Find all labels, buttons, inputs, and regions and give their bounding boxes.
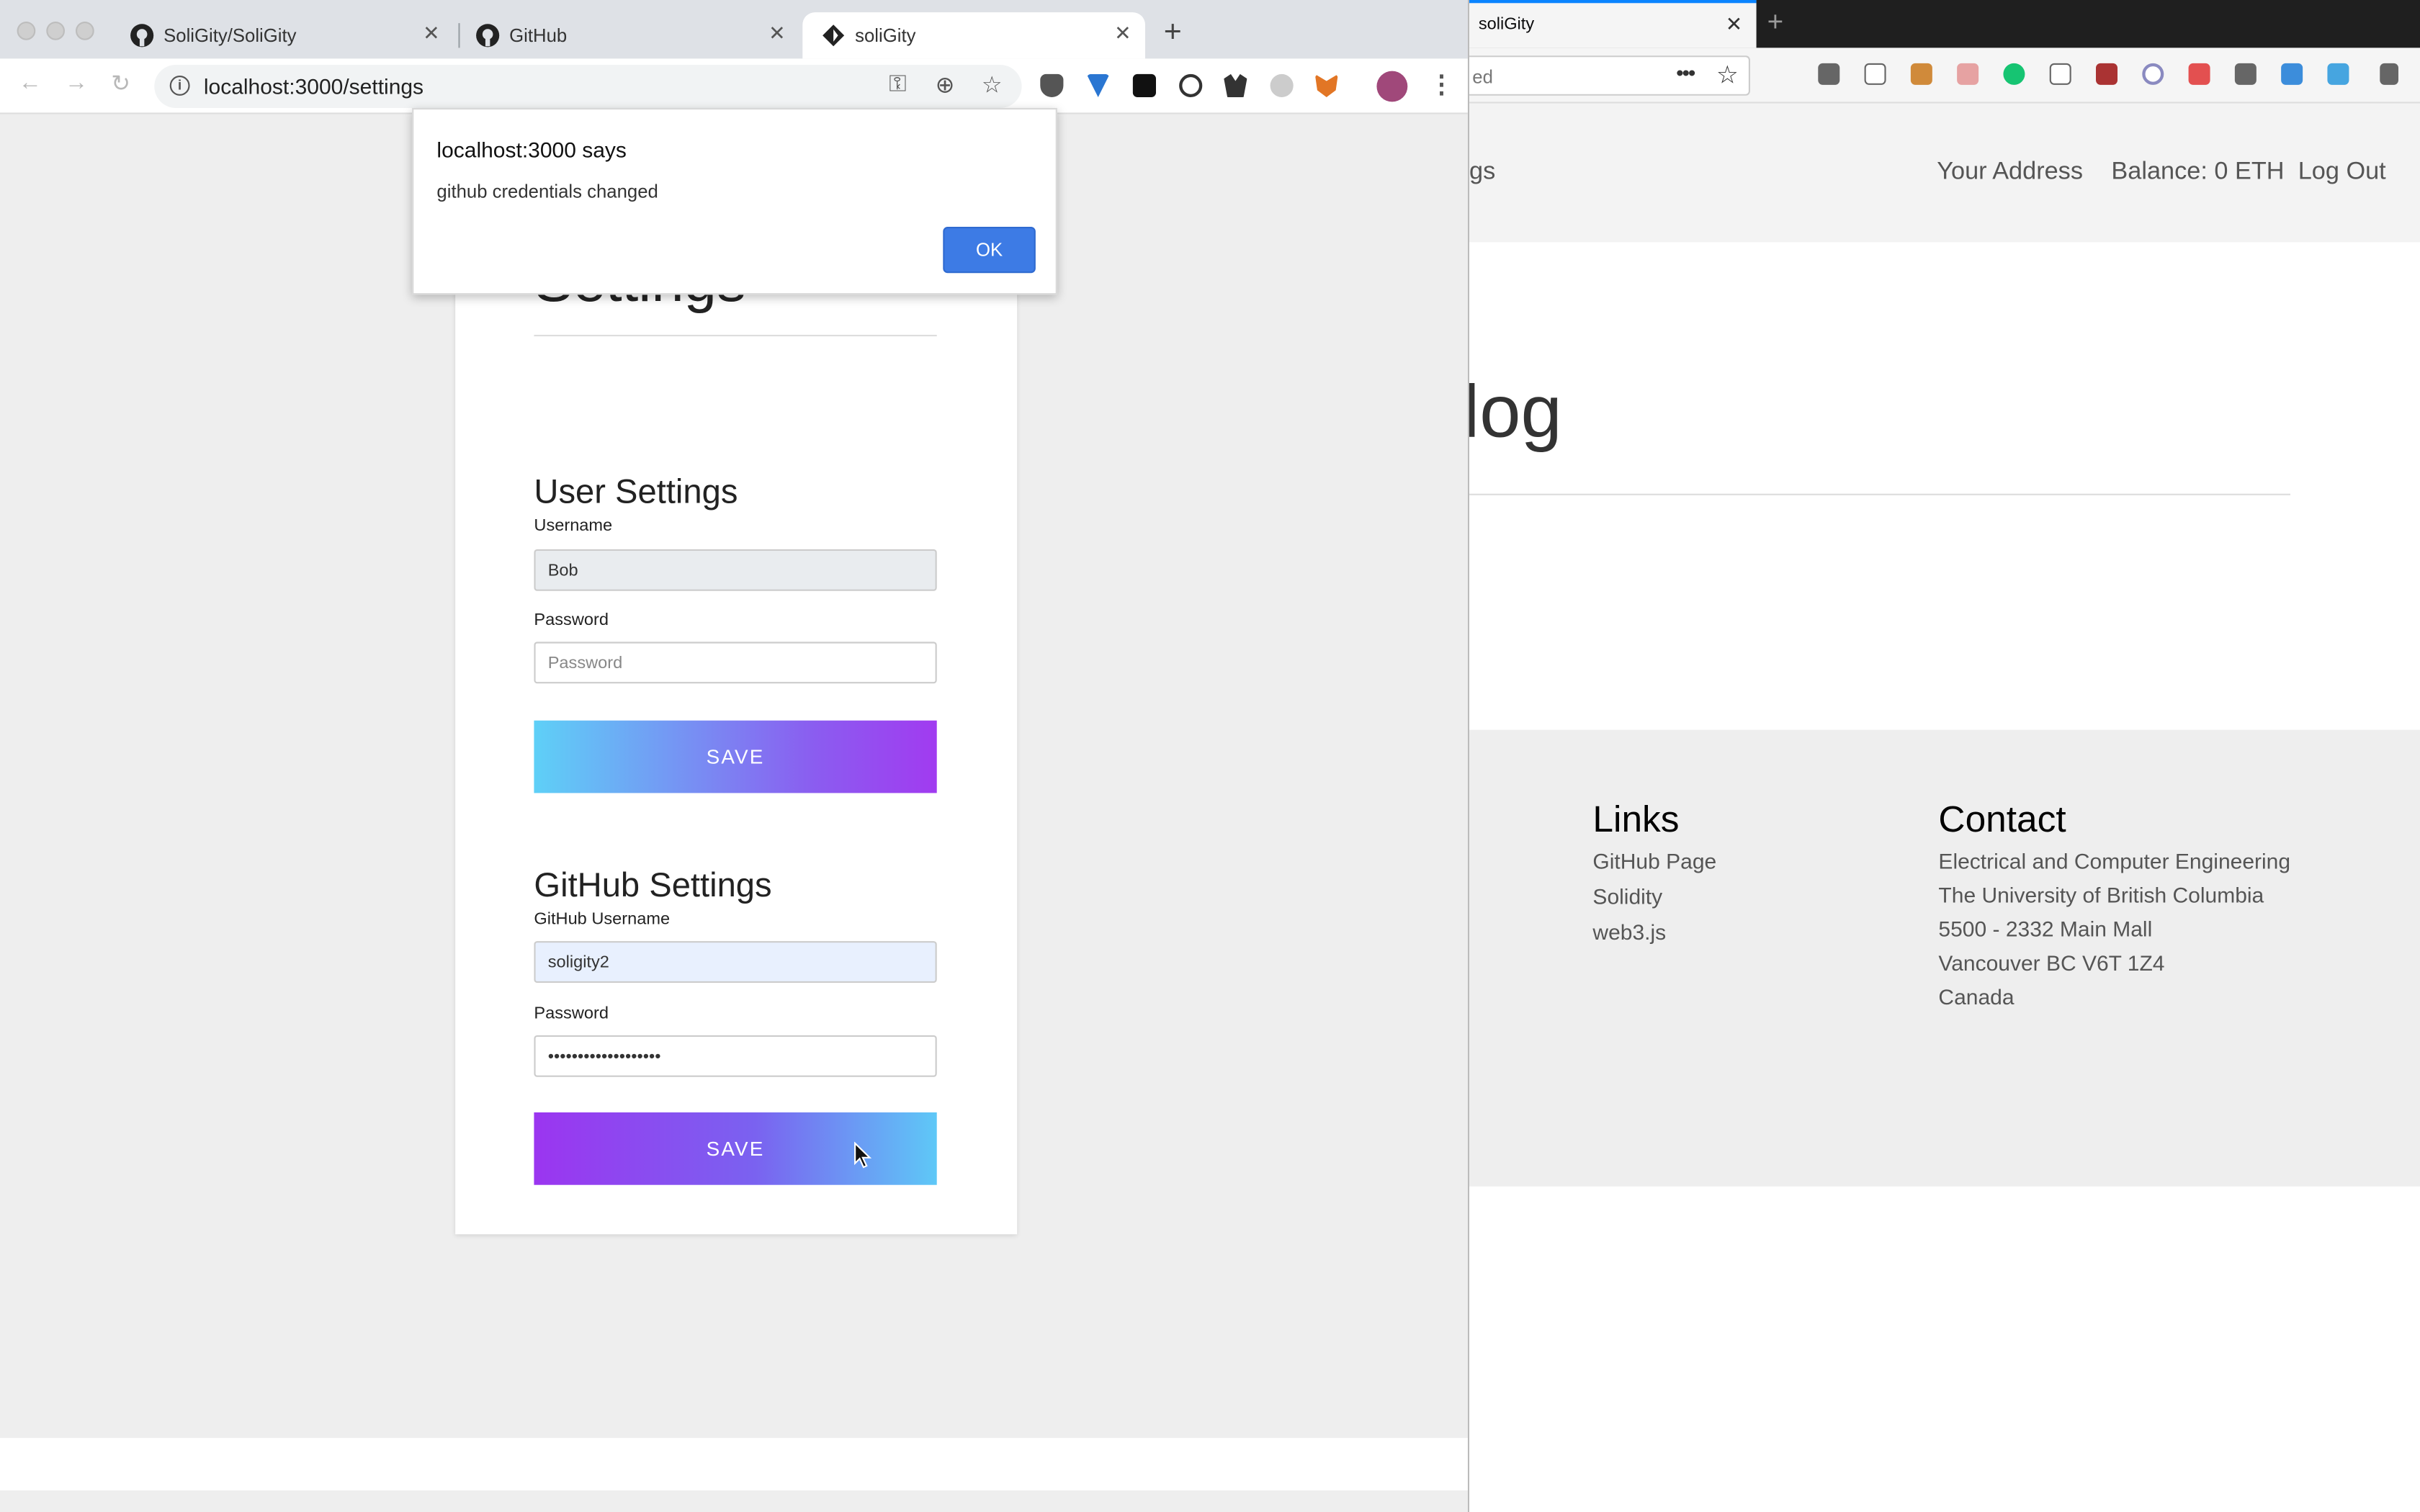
save-user-settings-button[interactable]: SAVE bbox=[534, 720, 937, 793]
library-icon[interactable] bbox=[1818, 63, 1840, 85]
extension-pen-icon[interactable] bbox=[2188, 63, 2210, 85]
alert-title: localhost:3000 says bbox=[436, 137, 627, 162]
sidebar-icon[interactable] bbox=[1864, 63, 1886, 85]
zoom-icon[interactable]: ⊕ bbox=[936, 71, 955, 99]
footer-contact-title: Contact bbox=[1938, 799, 2066, 841]
chrome-menu-icon[interactable]: ⋮ bbox=[1429, 69, 1453, 100]
address-bar[interactable]: i localhost:3000/settings ⚿ ⊕ ☆ bbox=[154, 65, 1022, 108]
contact-line: Vancouver BC V6T 1Z4 bbox=[1938, 950, 2165, 976]
password-field[interactable] bbox=[534, 642, 937, 684]
github-username-field[interactable] bbox=[534, 941, 937, 983]
back-arrow-icon[interactable]: ← bbox=[19, 69, 42, 95]
extension-edit-icon[interactable] bbox=[2049, 63, 2071, 85]
page-actions-icon[interactable]: ••• bbox=[1676, 60, 1695, 85]
tab-title: GitHub bbox=[509, 24, 568, 47]
settings-card: Settings User Settings Username Password… bbox=[455, 185, 1018, 1235]
firefox-tab-close-icon[interactable]: ✕ bbox=[1726, 12, 1742, 37]
username-field[interactable] bbox=[534, 549, 937, 591]
bookmark-star-icon[interactable]: ☆ bbox=[982, 71, 1003, 99]
site-footer: Links GitHub Page Solidity web3.js Conta… bbox=[1469, 729, 2420, 1187]
username-label: Username bbox=[534, 516, 613, 536]
github-password-field[interactable] bbox=[534, 1035, 937, 1077]
extension-s-icon[interactable] bbox=[2327, 63, 2349, 85]
github-password-label: Password bbox=[534, 1004, 609, 1023]
chrome-tab-bar: SoliGity/SoliGity ✕ GitHub ✕ soliGity ✕ … bbox=[0, 0, 1468, 59]
contact-line: Electrical and Computer Engineering bbox=[1938, 848, 2291, 873]
extension-v-icon[interactable] bbox=[1086, 73, 1110, 97]
nav-logout[interactable]: Log Out bbox=[2298, 159, 2386, 187]
contact-line: Canada bbox=[1938, 984, 2015, 1009]
firefox-tab-title: soliGity bbox=[1478, 15, 1535, 35]
nav-your-address[interactable]: Your Address bbox=[1937, 159, 2083, 187]
mouse-cursor-icon bbox=[854, 1141, 872, 1169]
firefox-tab-soligity[interactable]: soliGity ✕ bbox=[1469, 0, 1757, 48]
profile-avatar[interactable] bbox=[1376, 71, 1408, 102]
page-heading-fragment: log bbox=[1469, 372, 1562, 454]
footer-link-github-page[interactable]: GitHub Page bbox=[1592, 849, 1716, 873]
block-icon[interactable] bbox=[2142, 63, 2164, 85]
heading-divider bbox=[1469, 493, 2290, 495]
new-tab-button[interactable]: + bbox=[1164, 15, 1182, 50]
extension-grid-icon[interactable] bbox=[1132, 73, 1156, 97]
tab-close-icon[interactable]: ✕ bbox=[423, 22, 439, 46]
save-github-settings-button[interactable]: SAVE bbox=[534, 1112, 937, 1185]
nav-balance: Balance: 0 ETH bbox=[2111, 158, 2285, 186]
info-icon[interactable]: i bbox=[169, 76, 190, 96]
extension-grid-icon[interactable] bbox=[2234, 63, 2257, 85]
tab-close-icon[interactable]: ✕ bbox=[1114, 22, 1131, 46]
tab-github[interactable]: GitHub ✕ bbox=[457, 12, 799, 58]
github-settings-heading: GitHub Settings bbox=[534, 865, 772, 904]
chrome-window: SoliGity/SoliGity ✕ GitHub ✕ soliGity ✕ … bbox=[0, 0, 1469, 1512]
nav-item-settings-fragment[interactable]: gs bbox=[1469, 159, 1495, 187]
tab-soligity-active[interactable]: soliGity ✕ bbox=[802, 12, 1145, 59]
footer-links-title: Links bbox=[1592, 799, 1680, 841]
user-settings-heading: User Settings bbox=[534, 472, 738, 511]
firefox-new-tab-button[interactable]: + bbox=[1767, 6, 1784, 39]
alert-ok-button[interactable]: OK bbox=[943, 227, 1036, 274]
contact-line: 5500 - 2332 Main Mall bbox=[1938, 916, 2153, 942]
soligity-navbar: gs Your Address Balance: 0 ETH Log Out bbox=[1469, 103, 2420, 243]
password-label: Password bbox=[534, 611, 609, 630]
bottom-strip bbox=[0, 1438, 1468, 1490]
alert-message: github credentials changed bbox=[436, 180, 658, 202]
title-divider bbox=[534, 335, 937, 337]
firefox-tab-bar: soliGity ✕ + bbox=[1469, 0, 2420, 48]
tab-title: SoliGity/SoliGity bbox=[163, 24, 297, 47]
window-close-button[interactable] bbox=[17, 22, 36, 40]
github-icon bbox=[130, 24, 154, 48]
soligity-icon bbox=[823, 24, 845, 47]
ublock-shield-icon[interactable] bbox=[1040, 73, 1064, 97]
alert-dialog: localhost:3000 says github credentials c… bbox=[412, 108, 1057, 295]
firefox-window: soliGity ✕ + ed ••• ☆ gs Your Address Ba… bbox=[1469, 0, 2420, 1512]
block-icon[interactable] bbox=[1179, 73, 1203, 97]
firefox-url-text: ed bbox=[1472, 66, 1493, 89]
firefox-address-bar[interactable]: ed ••• ☆ bbox=[1469, 55, 1750, 96]
extension-fox-icon[interactable] bbox=[1910, 63, 1932, 85]
url-text[interactable]: localhost:3000/settings bbox=[204, 74, 424, 99]
metamask-fox-icon[interactable] bbox=[1314, 73, 1338, 97]
firefox-toolbar: ed ••• ☆ bbox=[1469, 48, 2420, 104]
window-minimize-button[interactable] bbox=[46, 22, 65, 40]
chrome-toolbar: ← → ↻ i localhost:3000/settings ⚿ ⊕ ☆ ⋮ bbox=[0, 58, 1468, 114]
github-icon bbox=[476, 24, 500, 48]
ublock-icon[interactable] bbox=[2096, 63, 2118, 85]
tab-soligity-repo[interactable]: SoliGity/SoliGity ✕ bbox=[111, 12, 454, 58]
extension-cloud-icon[interactable] bbox=[1270, 73, 1294, 97]
tab-close-icon[interactable]: ✕ bbox=[768, 22, 785, 46]
hamburger-menu-icon[interactable] bbox=[2380, 63, 2398, 85]
window-zoom-button[interactable] bbox=[76, 22, 94, 40]
extension-people-icon[interactable] bbox=[1957, 63, 1979, 85]
contact-line: The University of British Columbia bbox=[1938, 882, 2264, 907]
github-username-label: GitHub Username bbox=[534, 910, 671, 929]
key-icon[interactable]: ⚿ bbox=[889, 71, 906, 97]
grammarly-icon[interactable] bbox=[2003, 63, 2025, 85]
footer-link-solidity[interactable]: Solidity bbox=[1592, 884, 1662, 909]
tab-title: soliGity bbox=[855, 24, 916, 47]
extension-v-icon[interactable] bbox=[2281, 63, 2303, 85]
reload-icon[interactable]: ↻ bbox=[111, 69, 130, 97]
bookmark-star-icon[interactable]: ☆ bbox=[1716, 60, 1739, 91]
forward-arrow-icon[interactable]: → bbox=[65, 69, 88, 95]
extension-mask-icon[interactable] bbox=[1224, 73, 1247, 97]
footer-link-web3js[interactable]: web3.js bbox=[1592, 919, 1666, 944]
